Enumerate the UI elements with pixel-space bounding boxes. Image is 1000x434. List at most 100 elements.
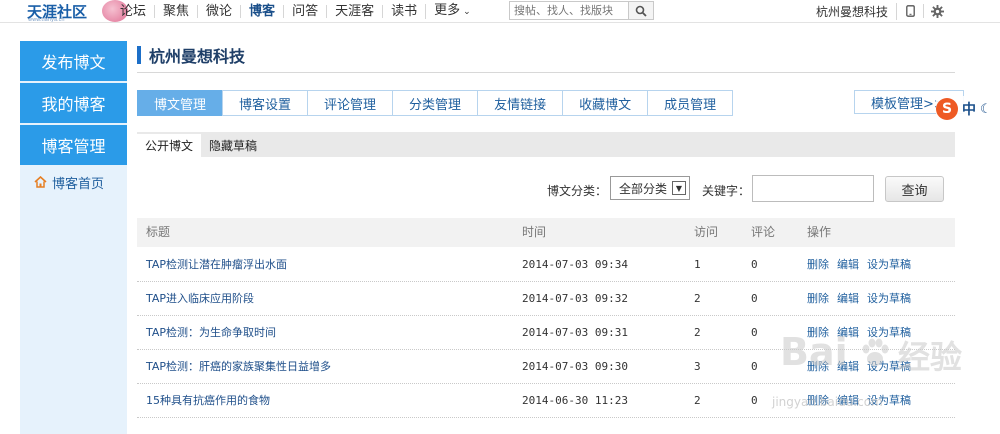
table-row: TAP进入临床应用阶段 2014-07-03 09:32 2 0 删除 编辑 设为草… [137, 282, 955, 316]
set-draft-link[interactable]: 设为草稿 [867, 326, 911, 339]
row-actions: 删除 编辑 设为草稿 [807, 316, 919, 349]
post-time: 2014-07-03 09:30 [522, 360, 628, 373]
col-visits: 访问 [694, 225, 719, 239]
post-visits: 2 [694, 292, 701, 305]
table-row: 15种具有抗癌作用的食物 2014-06-30 11:23 2 0 删除 编辑 设为… [137, 384, 955, 418]
manage-tabs: 博文管理 博客设置 评论管理 分类管理 友情链接 收藏博文 成员管理 [137, 90, 734, 116]
subtab-hidden-drafts[interactable]: 隐藏草稿 [201, 134, 265, 157]
category-select[interactable]: 全部分类 ▼ [610, 176, 690, 200]
nav-item-forum[interactable]: 论坛 [112, 5, 154, 18]
keyword-input[interactable] [752, 175, 874, 202]
delete-link[interactable]: 删除 [807, 258, 829, 271]
my-blog-button[interactable]: 我的博客 [20, 83, 127, 123]
post-comments: 0 [751, 394, 758, 407]
row-actions: 删除 编辑 设为草稿 [807, 248, 919, 281]
blog-home-link[interactable]: 博客首页 [20, 167, 127, 197]
nav-item-books[interactable]: 读书 [382, 4, 425, 18]
tab-blog-settings[interactable]: 博客设置 [222, 90, 309, 116]
nav-item-blog[interactable]: 博客 [240, 4, 283, 18]
post-time: 2014-07-03 09:31 [522, 326, 628, 339]
title-accent [137, 46, 141, 64]
col-title: 标题 [146, 225, 171, 239]
tab-comment-manage[interactable]: 评论管理 [307, 90, 394, 116]
user-name-link[interactable]: 杭州曼想科技 [816, 2, 897, 20]
post-visits: 3 [694, 360, 701, 373]
query-button[interactable]: 查询 [885, 176, 944, 202]
set-draft-link[interactable]: 设为草稿 [867, 292, 911, 305]
edit-link[interactable]: 编辑 [837, 326, 859, 339]
set-draft-link[interactable]: 设为草稿 [867, 258, 911, 271]
gear-icon[interactable] [924, 4, 950, 18]
blog-name: 杭州曼想科技 [149, 47, 246, 66]
nav-item-qa[interactable]: 问答 [283, 4, 326, 18]
search-button[interactable] [628, 2, 653, 19]
subtab-public-posts[interactable]: 公开博文 [137, 134, 202, 157]
nav-item-focus[interactable]: 聚焦 [154, 4, 197, 18]
table-row: TAP检测：为生命争取时间 2014-07-03 09:31 2 0 删除 编辑设… [137, 316, 955, 350]
sogou-logo-icon: S [936, 98, 958, 120]
top-nav-bar: 天涯社区 www.tianya.cn 论坛 聚焦 微论 博客 问答 天涯客 读书… [0, 0, 1000, 23]
delete-link[interactable]: 删除 [807, 292, 829, 305]
tab-post-manage[interactable]: 博文管理 [137, 90, 224, 116]
post-time: 2014-07-03 09:34 [522, 258, 628, 271]
table-row: TAP检测让潜在肿瘤浮出水面 2014-07-03 09:34 1 0 删除 编辑… [137, 248, 955, 282]
category-label: 博文分类： [547, 184, 608, 198]
nav-item-weilun[interactable]: 微论 [197, 4, 240, 18]
search-input[interactable] [510, 2, 628, 19]
edit-link[interactable]: 编辑 [837, 360, 859, 373]
mobile-icon[interactable] [897, 4, 924, 18]
set-draft-link[interactable]: 设为草稿 [867, 360, 911, 373]
post-title-link[interactable]: TAP检测：肝癌的家族聚集性日益增多 [146, 350, 331, 383]
post-visits: 1 [694, 258, 701, 271]
home-icon [34, 176, 47, 188]
blog-home-label: 博客首页 [52, 176, 105, 192]
tab-member-manage[interactable]: 成员管理 [647, 90, 734, 116]
edit-link[interactable]: 编辑 [837, 292, 859, 305]
col-actions: 操作 [807, 225, 832, 239]
site-search [509, 1, 654, 20]
post-time: 2014-07-03 09:32 [522, 292, 628, 305]
edit-link[interactable]: 编辑 [837, 394, 859, 407]
tab-friend-links[interactable]: 友情链接 [477, 90, 564, 116]
moon-icon: ☾ [980, 101, 992, 117]
table-row: TAP检测：肝癌的家族聚集性日益增多 2014-07-03 09:30 3 0 … [137, 350, 955, 384]
user-area: 杭州曼想科技 [816, 0, 950, 22]
delete-link[interactable]: 删除 [807, 360, 829, 373]
post-title-link[interactable]: 15种具有抗癌作用的食物 [146, 384, 270, 417]
tab-favorite-posts[interactable]: 收藏博文 [562, 90, 649, 116]
post-title-link[interactable]: TAP检测：为生命争取时间 [146, 316, 276, 349]
nav-item-tianyake[interactable]: 天涯客 [326, 4, 382, 18]
tab-category-manage[interactable]: 分类管理 [392, 90, 479, 116]
blog-manage-button[interactable]: 博客管理 [20, 125, 127, 165]
post-comments: 0 [751, 360, 758, 373]
keyword-label: 关键字： [702, 184, 751, 198]
search-icon [635, 5, 647, 17]
col-comments: 评论 [751, 225, 776, 239]
main-nav: 论坛 聚焦 微论 博客 问答 天涯客 读书 更多 ⌄ [112, 0, 479, 22]
delete-link[interactable]: 删除 [807, 394, 829, 407]
publish-post-button[interactable]: 发布博文 [20, 41, 127, 81]
ime-toolbar[interactable]: S 中 ☾ [936, 96, 1000, 122]
row-actions: 删除 编辑 设为草稿 [807, 350, 919, 383]
col-time: 时间 [522, 225, 547, 239]
post-comments: 0 [751, 292, 758, 305]
post-visits: 2 [694, 326, 701, 339]
edit-link[interactable]: 编辑 [837, 258, 859, 271]
row-actions: 删除 编辑 设为草稿 [807, 384, 919, 417]
dropdown-arrow-icon: ▼ [672, 181, 686, 195]
row-actions: 删除 编辑 设为草稿 [807, 282, 919, 315]
post-title-link[interactable]: TAP进入临床应用阶段 [146, 282, 254, 315]
ime-lang-toggle[interactable]: 中 [962, 99, 976, 119]
delete-link[interactable]: 删除 [807, 326, 829, 339]
post-subtabs: 公开博文 隐藏草稿 [137, 132, 955, 157]
post-title-link[interactable]: TAP检测让潜在肿瘤浮出水面 [146, 248, 287, 281]
set-draft-link[interactable]: 设为草稿 [867, 394, 911, 407]
page-title: 杭州曼想科技 [137, 45, 246, 66]
post-comments: 0 [751, 326, 758, 339]
chevron-down-icon: ⌄ [463, 6, 471, 17]
post-visits: 2 [694, 394, 701, 407]
category-selected-value: 全部分类 [619, 181, 668, 196]
post-comments: 0 [751, 258, 758, 271]
nav-item-more[interactable]: 更多 ⌄ [425, 3, 479, 19]
blog-sidebar: 发布博文 我的博客 博客管理 博客首页 [20, 41, 127, 434]
